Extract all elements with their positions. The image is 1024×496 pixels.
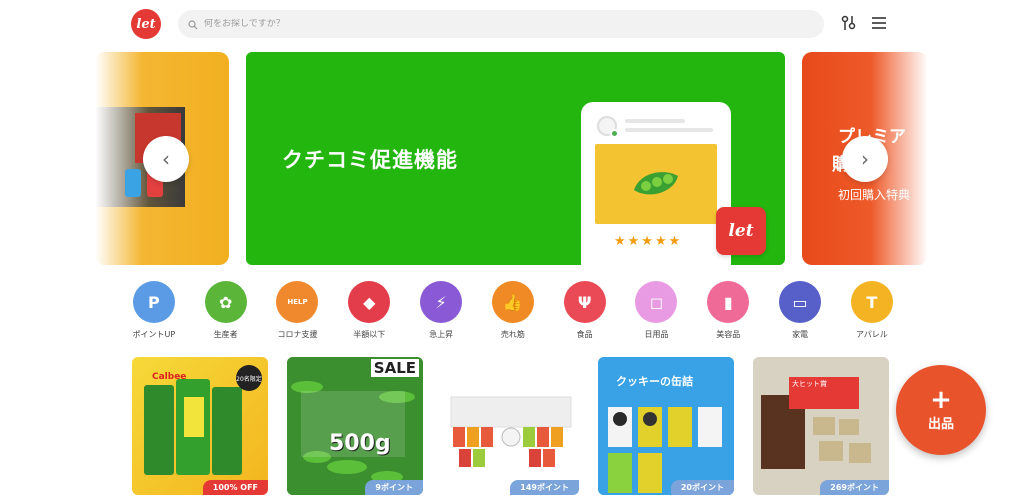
svg-text:Calbee: Calbee [152,372,186,382]
category-glyph: ◆ [363,292,376,312]
edamame-card [595,144,717,224]
category-glyph: HELP [287,298,308,306]
sprout-icon: ✿ [204,281,247,323]
carousel-next-button[interactable]: › [842,136,888,182]
price-tag: 100% OFF [202,480,268,495]
category-glyph: Ψ [577,292,592,312]
category-item[interactable]: ◻ 日用品 [621,281,693,340]
banner-title: クチコミ促進機能 [282,148,458,172]
price-tag-icon: ◆ [348,281,391,323]
edamame-image [287,357,423,495]
utensils-icon: Ψ [563,281,606,323]
category-item[interactable]: ⚡ 急上昇 [405,281,477,340]
let-logo[interactable]: let [131,9,161,39]
banner-next-subtitle: 初回購入特典 [838,188,911,202]
category-item[interactable]: ◆ 半額以下 [333,281,405,340]
category-item[interactable]: Ψ 食品 [549,281,621,340]
thumbs-up-icon: 👍 [491,281,534,323]
bag-icon: ◻ [635,281,678,323]
weight-label: 500g [329,431,391,456]
app-root: let クチコミ促進機能 ★★★★★ l [0,0,1024,496]
category-glyph: ⚡ [435,292,447,312]
lightning-icon: ⚡ [420,281,463,323]
category-label: 生産者 [213,330,238,339]
category-item[interactable]: HELP コロナ支援 [262,281,334,340]
review-illustration: ★★★★★ [581,102,731,265]
filter-icon[interactable] [838,12,860,34]
product-card-chocolate[interactable]: 大ヒット賞 269ポイント [753,357,889,495]
sell-button[interactable]: + 出品 [896,365,986,455]
menu-icon[interactable] [868,12,890,34]
category-item[interactable]: ✿ 生産者 [190,281,262,340]
category-label: アパレル [855,330,888,339]
cosmetics-icon: ▮ [707,281,750,323]
category-item[interactable]: ▭ 家電 [764,281,836,340]
price-tag: 149ポイント [510,480,579,495]
category-label: 美容品 [716,330,741,339]
category-glyph: T [866,292,878,312]
price-tag: 20ポイント [670,480,734,495]
promo-label: 大ヒット賞 [789,377,859,409]
product-card-jelly[interactable]: 149ポイント [443,357,579,495]
let-badge: let [716,207,766,255]
plus-icon: + [930,384,952,415]
price-tag: 9ポイント [365,480,423,495]
banner-slide-main[interactable]: クチコミ促進機能 ★★★★★ let [246,52,785,265]
jelly-set-image [450,396,572,467]
carousel-prev-button[interactable]: ‹ [143,136,189,182]
category-item[interactable]: ▮ 美容品 [692,281,764,340]
category-item[interactable]: T アパレル [836,281,908,340]
category-item[interactable]: P ポイントUP [118,281,190,340]
category-label: コロナ支援 [277,330,318,339]
category-label: 売れ筋 [500,330,525,339]
category-label: 家電 [792,330,809,339]
category-glyph: ▮ [723,292,733,312]
chevron-left-icon: ‹ [162,147,170,171]
edamame-icon [634,172,678,195]
product-card-cookie[interactable]: クッキーの缶詰 20ポイント [598,357,734,495]
tv-icon: ▭ [779,281,822,323]
product-card-edamame[interactable]: SALE 500g 9ポイント [287,357,423,495]
rating-stars: ★★★★★ [614,234,683,249]
p-icon: P [132,281,175,323]
category-glyph: ✿ [218,292,233,312]
help-icon: HELP [276,281,319,323]
category-label: 日用品 [644,330,669,339]
category-list: P ポイントUP ✿ 生産者 HELP コロナ支援 ◆ 半額以下 ⚡ 急上昇 👍 売れ筋 Ψ 食品 ◻ 日用品… [118,281,908,340]
category-glyph: 👍 [502,292,523,312]
category-glyph: P [148,292,160,312]
category-glyph: ◻ [649,292,664,312]
category-label: 急上昇 [429,330,454,339]
search-bar[interactable] [178,10,824,38]
product-card-potato[interactable]: Calbee 20名限定 100% OFF [132,357,268,495]
category-item[interactable]: 👍 売れ筋 [477,281,549,340]
logo-text: let [136,16,156,32]
search-input[interactable] [204,19,804,29]
cookie-title: クッキーの缶詰 [616,375,693,388]
sale-label: SALE [370,359,419,377]
category-label: 半額以下 [353,330,386,339]
search-icon [188,15,198,34]
sell-label: 出品 [927,416,954,432]
limited-badge: 20名限定 [236,365,262,391]
category-label: 食品 [576,330,593,339]
tshirt-icon: T [850,281,893,323]
category-glyph: ▭ [792,292,808,312]
chevron-right-icon: › [861,147,869,171]
category-label: ポイントUP [132,330,176,339]
price-tag: 269ポイント [820,480,889,495]
